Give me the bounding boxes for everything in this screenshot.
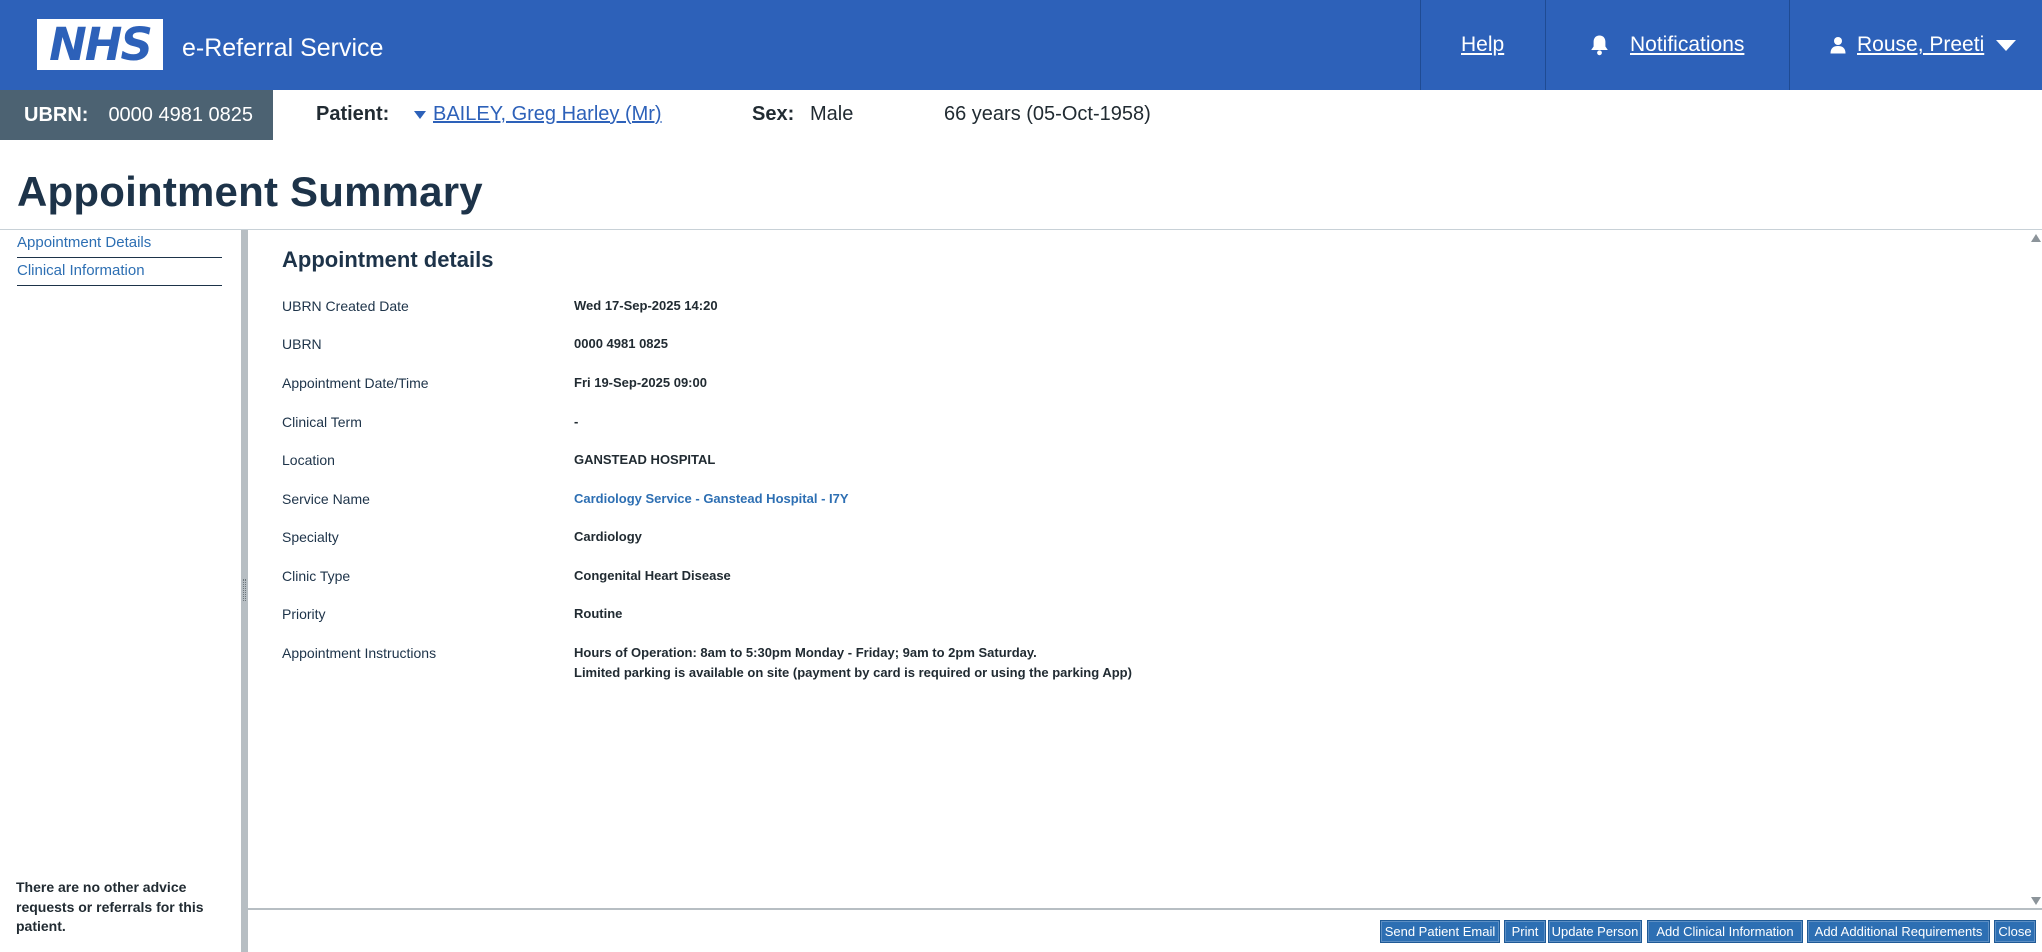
row-value: - (574, 414, 579, 429)
instructions-line-2: Limited parking is available on site (pa… (574, 665, 1132, 680)
top-header: NHS e-Referral Service Help Notification… (0, 0, 2042, 90)
divider (248, 908, 2042, 910)
row-value: Congenital Heart Disease (574, 568, 731, 583)
page-title: Appointment Summary (17, 168, 483, 215)
service-name: e-Referral Service (182, 34, 384, 62)
caret-down-icon (414, 110, 426, 119)
row-label: Clinical Term (282, 414, 362, 430)
row-label: Appointment Instructions (282, 645, 437, 661)
header-divider (1545, 0, 1546, 90)
patient-name: BAILEY, Greg Harley (Mr) (433, 103, 662, 125)
ubrn-banner: UBRN: 0000 4981 0825 (0, 90, 273, 140)
row-value: Routine (574, 606, 623, 621)
update-person-button[interactable]: Update Person (1548, 920, 1642, 943)
scroll-down-icon[interactable] (2031, 897, 2041, 905)
row-value: Cardiology (574, 529, 642, 544)
user-menu[interactable]: Rouse, Preeti (1830, 0, 2017, 90)
section-title: Appointment details (282, 247, 494, 272)
ubrn-value: 0000 4981 0825 (108, 103, 254, 126)
close-button[interactable]: Close (1994, 920, 2036, 943)
ubrn-label: UBRN: (24, 103, 89, 126)
user-name: Rouse, Preeti (1857, 33, 1985, 56)
patient-label: Patient: (316, 103, 390, 125)
row-label: Location (282, 452, 335, 468)
header-divider (1420, 0, 1421, 90)
no-referrals-note: There are no other advice requests or re… (16, 879, 204, 934)
patient-name-link[interactable]: BAILEY, Greg Harley (Mr) (414, 103, 662, 126)
bell-icon (1591, 35, 1608, 56)
row-label: Appointment Date/Time (282, 375, 429, 391)
user-icon (1830, 37, 1846, 54)
chevron-down-icon (1996, 39, 2017, 51)
add-additional-requirements-button[interactable]: Add Additional Requirements (1807, 920, 1990, 943)
row-label: UBRN Created Date (282, 298, 409, 314)
nhs-logo: NHS (37, 19, 163, 70)
appointment-details-panel: Appointment details UBRN Created Date We… (248, 230, 2042, 908)
scroll-up-icon[interactable] (2031, 234, 2041, 242)
service-name-link[interactable]: Cardiology Service - Ganstead Hospital -… (574, 489, 849, 509)
age-dob: 66 years (05-Oct-1958) (944, 103, 1151, 125)
row-label: Priority (282, 606, 326, 622)
logo-text: NHS (49, 18, 153, 71)
row-label: UBRN (282, 336, 322, 352)
row-label: Clinic Type (282, 568, 351, 584)
row-value: Wed 17-Sep-2025 14:20 (574, 298, 718, 313)
row-value: GANSTEAD HOSPITAL (574, 452, 716, 467)
sex-value: Male (810, 103, 854, 125)
row-value: Fri 19-Sep-2025 09:00 (574, 375, 707, 390)
header-divider (1789, 0, 1790, 90)
print-button[interactable]: Print (1504, 920, 1546, 943)
nav-appointment-details[interactable]: Appointment Details (17, 230, 222, 258)
row-label: Specialty (282, 529, 339, 545)
notifications-label: Notifications (1630, 33, 1745, 56)
sex-label: Sex: (752, 103, 795, 125)
row-label: Service Name (282, 491, 370, 507)
side-nav: Appointment Details Clinical Information (17, 230, 222, 286)
add-clinical-information-button[interactable]: Add Clinical Information (1647, 920, 1803, 943)
help-link[interactable]: Help (1461, 0, 1504, 90)
send-patient-email-button[interactable]: Send Patient Email (1380, 920, 1500, 943)
nav-clinical-information[interactable]: Clinical Information (17, 258, 222, 286)
splitter-grip-icon[interactable] (243, 579, 246, 601)
notifications-link[interactable]: Notifications (1589, 0, 1744, 90)
instructions-line-1: Hours of Operation: 8am to 5:30pm Monday… (574, 645, 1037, 660)
row-value: 0000 4981 0825 (574, 336, 668, 351)
